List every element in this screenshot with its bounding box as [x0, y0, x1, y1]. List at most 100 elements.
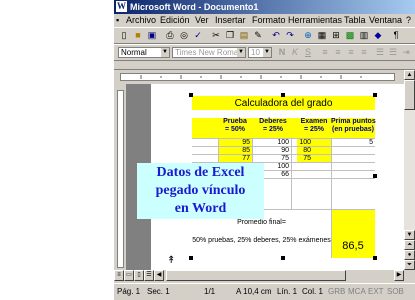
menu-ventana[interactable]: Ventana	[369, 15, 402, 25]
menu-ver[interactable]: Ver	[195, 15, 209, 25]
spelling-icon[interactable]: ✓	[192, 30, 204, 41]
scroll-left-icon[interactable]: ◀	[154, 270, 164, 281]
status-mode-grb[interactable]: GRB	[328, 287, 345, 296]
chevron-down-icon: ▼	[263, 48, 271, 57]
italic-icon[interactable]: K	[289, 47, 301, 58]
next-page-icon[interactable]: ⏷	[404, 260, 415, 270]
scroll-thumb[interactable]	[404, 80, 415, 110]
menu-doc-icon[interactable]: ▪	[116, 15, 119, 25]
status-pages: 1/1	[204, 287, 216, 296]
outline-view-icon[interactable]: ☰	[144, 270, 154, 281]
indent-icon[interactable]: ⇥	[400, 47, 412, 58]
formatting-toolbar: Normal ▼ Times New Roman ▼ 10 ▼ N K S ≡ ≡ ≡…	[114, 44, 415, 61]
vertical-ruler[interactable]	[114, 84, 126, 270]
cell-prueba-1: 95	[242, 139, 250, 146]
menu-tabla[interactable]: Tabla	[344, 15, 366, 25]
resize-handle[interactable]	[373, 256, 377, 260]
header-prima: Prima puntos (en pruebas)	[331, 118, 376, 133]
normal-view-icon[interactable]: ≡	[114, 270, 124, 281]
undo-icon[interactable]: ↶	[270, 30, 282, 41]
columns-icon[interactable]: ▥	[358, 30, 370, 41]
horizontal-ruler[interactable]	[114, 70, 404, 84]
cell-examen-3: 75	[303, 155, 311, 162]
new-document-icon[interactable]: ▯	[118, 30, 130, 41]
menu-archivo[interactable]: Archivo	[126, 15, 156, 25]
font-size-combo[interactable]: 10 ▼	[248, 47, 272, 58]
horizontal-scrollbar[interactable]: ≡ ▭ ▯ ☰ ◀ ▶	[114, 270, 404, 281]
vertical-scrollbar[interactable]: ▲ ▼ ⏶ ● ⏷	[404, 70, 415, 270]
cell-prima-1: 5	[369, 139, 373, 146]
sheet-title: Calculadora del grado	[234, 98, 333, 109]
insert-table-icon[interactable]: ⊞	[330, 30, 342, 41]
resize-handle[interactable]	[281, 93, 285, 97]
chevron-down-icon: ▼	[237, 48, 245, 57]
hyperlink-icon[interactable]: ⊕	[302, 30, 314, 41]
cell-deberes-1: 100	[277, 139, 289, 146]
paste-icon[interactable]: ▤	[238, 30, 250, 41]
print-preview-icon[interactable]: ◎	[178, 30, 190, 41]
insert-excel-icon[interactable]: ▩	[344, 30, 356, 41]
browse-object-icon[interactable]: ●	[404, 250, 415, 260]
resize-handle[interactable]	[189, 256, 193, 260]
numbering-icon[interactable]: ☰	[374, 47, 386, 58]
menu-help[interactable]: ?	[406, 15, 411, 25]
header-prueba: Prueba = 50%	[223, 118, 247, 133]
header-deberes: Deberes = 25%	[259, 118, 287, 133]
title-bar: W Microsoft Word - Documento1	[114, 0, 415, 14]
callout-line-2: pegado vínculo	[155, 183, 246, 198]
format-painter-icon[interactable]: ✎	[252, 30, 264, 41]
previous-page-icon[interactable]: ⏶	[404, 240, 415, 250]
save-icon[interactable]: ▣	[146, 30, 158, 41]
print-icon[interactable]: ⎙	[164, 30, 176, 41]
standard-toolbar: ▯ ■ ▣ ⎙ ◎ ✓ ✂ ❐ ▤ ✎ ↶ ↷ ⊕ ▦ ⊞ ▩ ▥ ◆ ¶	[114, 27, 415, 44]
justify-icon[interactable]: ≡	[358, 47, 370, 58]
scroll-right-icon[interactable]: ▶	[394, 270, 404, 281]
resize-handle[interactable]	[281, 256, 285, 260]
cell-prueba-2: 85	[242, 147, 250, 154]
resize-handle[interactable]	[373, 93, 377, 97]
menu-edicion[interactable]: Edición	[160, 15, 190, 25]
underline-icon[interactable]: S	[302, 47, 314, 58]
callout-line-3: en Word	[174, 201, 227, 216]
cut-icon[interactable]: ✂	[210, 30, 222, 41]
final-label: Promedio final=	[237, 219, 286, 226]
scroll-up-icon[interactable]: ▲	[404, 70, 415, 80]
copy-icon[interactable]: ❐	[224, 30, 236, 41]
align-left-icon[interactable]: ≡	[319, 47, 331, 58]
show-hide-icon[interactable]: ¶	[390, 30, 402, 41]
status-line: Lín. 1	[277, 287, 298, 296]
style-combo[interactable]: Normal ▼	[118, 47, 170, 58]
menu-formato[interactable]: Formato	[252, 15, 286, 25]
status-bar: Pág. 1 Sec. 1 1/1 A 10,4 cm Lín. 1 Col. …	[114, 283, 415, 300]
annotation-callout: Datos de Excel pegado vínculo en Word	[137, 163, 264, 219]
bold-icon[interactable]: N	[276, 47, 288, 58]
menu-insertar[interactable]: Insertar	[215, 15, 246, 25]
menu-herramientas[interactable]: Herramientas	[288, 15, 342, 25]
status-position: A 10,4 cm	[236, 287, 272, 296]
header-examen: Examen = 25%	[300, 118, 328, 133]
chevron-down-icon: ▼	[161, 48, 169, 57]
cell-examen-2: 80	[303, 147, 311, 154]
bullets-icon[interactable]: ☰	[387, 47, 399, 58]
resize-handle[interactable]	[189, 93, 193, 97]
scroll-down-icon[interactable]: ▼	[404, 230, 415, 240]
callout-line-1: Datos de Excel	[156, 165, 245, 180]
status-mode-ext[interactable]: EXT	[368, 287, 384, 296]
tables-borders-icon[interactable]: ▦	[316, 30, 328, 41]
word-app-icon[interactable]: W	[116, 1, 127, 12]
font-combo[interactable]: Times New Roman ▼	[172, 47, 246, 58]
web-view-icon[interactable]: ▭	[124, 270, 134, 281]
horizontal-scroll-thumb[interactable]	[166, 270, 346, 281]
ruler-toolbar-strip	[114, 61, 415, 70]
resize-handle[interactable]	[373, 174, 377, 178]
status-mode-mca[interactable]: MCA	[348, 287, 366, 296]
drawing-icon[interactable]: ◆	[372, 30, 384, 41]
align-center-icon[interactable]: ≡	[332, 47, 344, 58]
status-mode-sob[interactable]: SOB	[387, 287, 404, 296]
redo-icon[interactable]: ↷	[284, 30, 296, 41]
cell-prueba-3: 77	[242, 155, 250, 162]
align-right-icon[interactable]: ≡	[345, 47, 357, 58]
open-folder-icon[interactable]: ■	[132, 30, 144, 41]
status-column: Col. 1	[302, 287, 323, 296]
print-view-icon[interactable]: ▯	[134, 270, 144, 281]
